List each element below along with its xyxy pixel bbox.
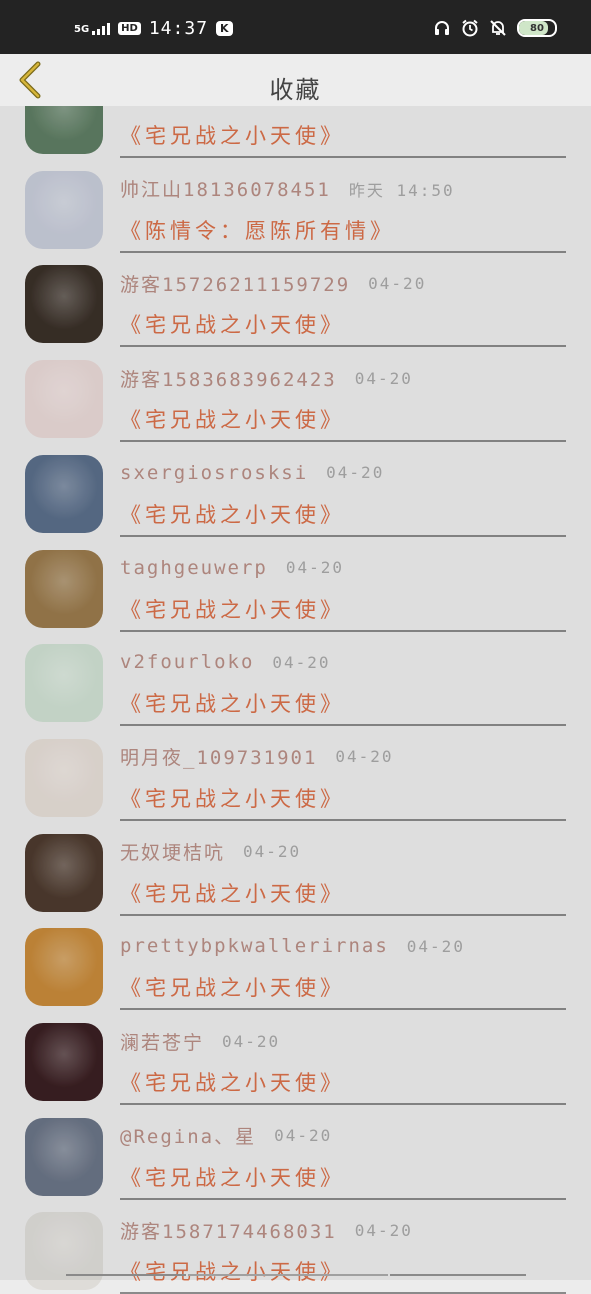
avatar[interactable]: [25, 833, 103, 912]
username: v2fourloko: [120, 651, 255, 674]
timestamp: 04-20: [354, 1220, 413, 1240]
avatar[interactable]: [25, 1212, 103, 1291]
favorites-list: 《宅兄战之小天使》 帅江山18136078451 昨天 14:50 《陈情令：愿陈所有…: [0, 0, 591, 1294]
item-meta: taghgeuwerp 04-20: [120, 554, 570, 582]
username: @Regina、星: [120, 1126, 257, 1149]
story-title-link[interactable]: 《宅兄战之小天使》: [120, 783, 566, 811]
favorite-item[interactable]: prettybpkwallerirnas 04-20 《宅兄战之小天使》: [0, 914, 591, 1011]
avatar[interactable]: [25, 644, 103, 723]
item-meta: 游客15836839624​23 04-20: [120, 364, 570, 392]
item-meta: sxergiosrosksi 04-20: [120, 459, 570, 487]
item-meta: @Regina、星 04-20: [120, 1122, 570, 1150]
favorite-item[interactable]: 帅江山18136078451 昨天 14:50 《陈情令：愿陈所有情》: [0, 157, 591, 253]
page-title: 收藏: [269, 76, 322, 104]
item-meta: 澜若苍宁 04-20: [120, 1027, 570, 1055]
favorite-item[interactable]: 游客15871744680​31 04-20 《宅兄战之小天使》: [0, 1198, 591, 1294]
favorite-item[interactable]: 明月夜_109731901 04-20 《宅兄战之小天使》: [0, 725, 591, 821]
timestamp: 04-20: [326, 463, 385, 483]
favorite-item[interactable]: @Regina、星 04-20 《宅兄战之小天使》: [0, 1104, 591, 1200]
timestamp: 04-20: [368, 273, 427, 293]
favorite-item[interactable]: taghgeuwerp 04-20 《宅兄战之小天使》: [0, 536, 591, 632]
timestamp: 04-20: [222, 1031, 281, 1051]
story-title-link[interactable]: 《宅兄战之小天使》: [120, 878, 566, 906]
story-title-link[interactable]: 《宅兄战之小天使》: [120, 688, 566, 716]
avatar[interactable]: [25, 265, 103, 344]
timestamp: 04-20: [285, 558, 345, 577]
username: sxergiosrosksi: [120, 461, 309, 484]
username: 游客15726211159729: [120, 273, 351, 296]
favorite-item[interactable]: 澜若苍宁 04-20 《宅兄战之小天使》: [0, 1009, 591, 1105]
username: 明月夜_109731901: [120, 747, 318, 770]
timestamp: 04-20: [335, 747, 394, 767]
story-title-link[interactable]: 《宅兄战之小天使》: [120, 404, 566, 432]
avatar[interactable]: [25, 360, 103, 439]
timestamp: 04-20: [274, 1126, 333, 1146]
item-meta: prettybpkwallerirnas 04-20: [120, 932, 570, 960]
timestamp: 04-20: [406, 936, 465, 956]
avatar[interactable]: [25, 738, 103, 817]
story-title-link[interactable]: 《宅兄战之小天使》: [120, 120, 566, 148]
username: prettybpkwallerirnas: [120, 935, 389, 958]
favorite-item[interactable]: 游客15726211159729 04-20 《宅兄战之小天使》: [0, 251, 591, 348]
item-meta: v2fourloko 04-20: [120, 648, 570, 676]
timestamp: 04-20: [354, 368, 413, 388]
timestamp: 04-20: [272, 652, 331, 672]
story-title-link[interactable]: 《宅兄战之小天使》: [120, 499, 566, 527]
story-title-link[interactable]: 《宅兄战之小天使》: [120, 1256, 566, 1284]
avatar[interactable]: [25, 928, 103, 1007]
username: taghgeuwerp: [120, 556, 268, 579]
favorite-item[interactable]: 无奴埂桔吭 04-20 《宅兄战之小天使》: [0, 820, 591, 916]
username: 澜若苍宁: [120, 1031, 205, 1054]
item-meta: 帅江山18136078451 昨天 14:50: [120, 175, 570, 203]
username: 游客15871744680​31: [120, 1220, 337, 1243]
story-title-link[interactable]: 《陈情令：愿陈所有情》: [120, 215, 566, 243]
story-title-link[interactable]: 《宅兄战之小天使》: [120, 309, 566, 337]
app-header: 收藏: [0, 54, 591, 106]
story-title-link[interactable]: 《宅兄战之小天使》: [120, 1162, 566, 1190]
avatar[interactable]: [25, 454, 103, 533]
battery-level: 80: [530, 22, 544, 34]
story-title-link[interactable]: 《宅兄战之小天使》: [120, 1067, 566, 1095]
scroll-indicator: [66, 1274, 526, 1276]
item-meta: 明月夜_109731901 04-20: [120, 743, 570, 771]
avatar[interactable]: [25, 1117, 103, 1196]
story-title-link[interactable]: 《宅兄战之小天使》: [120, 972, 566, 1000]
favorite-item[interactable]: 游客15836839624​23 04-20 《宅兄战之小天使》: [0, 346, 591, 443]
timestamp: 04-20: [243, 842, 302, 862]
username: 游客15836839624​23: [120, 368, 337, 391]
story-title-link[interactable]: 《宅兄战之小天使》: [120, 594, 566, 622]
favorite-item[interactable]: v2fourloko 04-20 《宅兄战之小天使》: [0, 630, 591, 727]
username: 帅江山18136078451: [120, 179, 331, 202]
item-meta: 游客15871744680​31 04-20: [120, 1216, 570, 1244]
username: 无奴埂桔吭: [120, 842, 226, 865]
avatar[interactable]: [25, 1023, 103, 1101]
avatar[interactable]: [25, 549, 103, 628]
timestamp: 昨天 14:50: [348, 180, 455, 200]
avatar[interactable]: [25, 170, 103, 249]
item-meta: 游客15726211159729 04-20: [120, 269, 570, 297]
item-meta: 无奴埂桔吭 04-20: [120, 838, 570, 866]
favorite-item[interactable]: sxergiosrosksi 04-20 《宅兄战之小天使》: [0, 441, 591, 537]
